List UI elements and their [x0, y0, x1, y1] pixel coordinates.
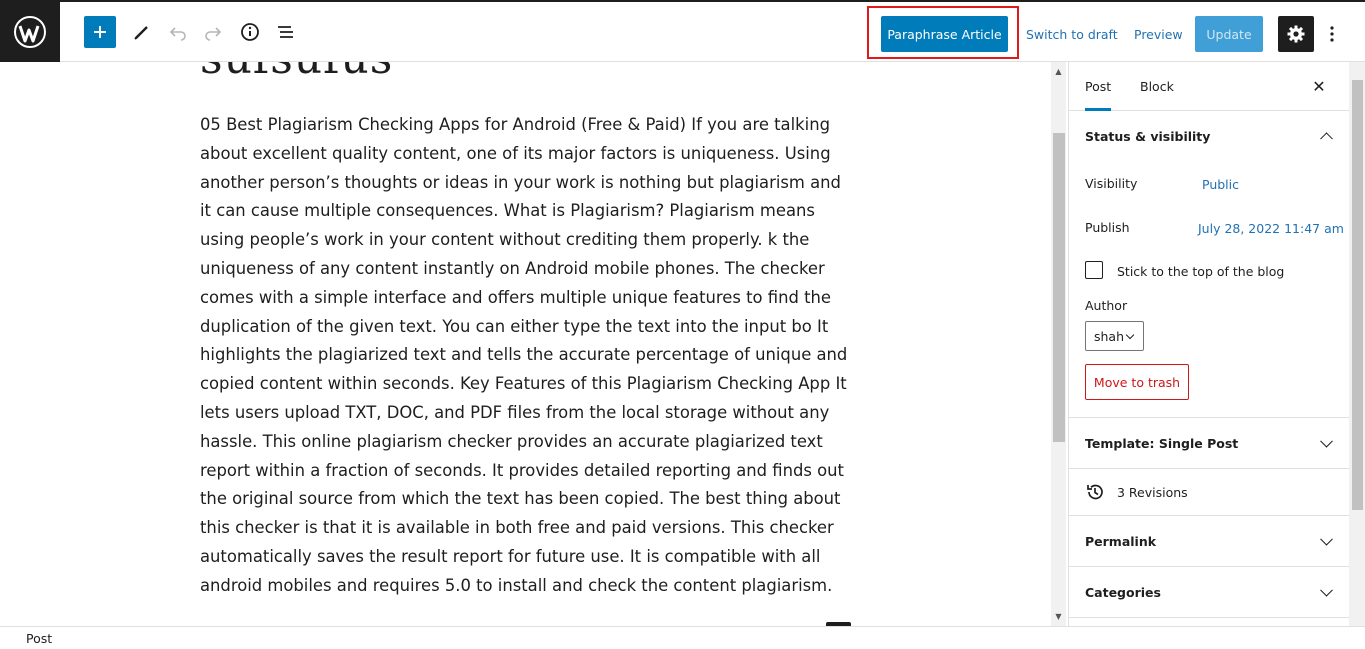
- block-breadcrumb-bar: Post: [0, 626, 1365, 649]
- wordpress-logo-icon[interactable]: [0, 2, 60, 62]
- settings-button[interactable]: [1278, 16, 1314, 52]
- visibility-label: Visibility: [1085, 176, 1138, 191]
- scroll-down-arrow-icon[interactable]: ▼: [1051, 609, 1066, 624]
- chevron-down-icon: [1320, 532, 1333, 546]
- panel-title: Template: Single Post: [1085, 435, 1239, 451]
- tools-button[interactable]: [126, 16, 158, 48]
- status-visibility-toggle[interactable]: Status & visibility: [1069, 111, 1349, 161]
- sidebar-tabs: Post Block ✕: [1069, 62, 1349, 111]
- author-select[interactable]: shah: [1085, 321, 1144, 351]
- redo-button[interactable]: [197, 16, 229, 48]
- list-view-button[interactable]: [270, 16, 302, 48]
- settings-sidebar: Post Block ✕ Status & visibility Visibil…: [1068, 62, 1349, 626]
- editor-canvas: sufsufus 05 Best Plagiarism Checking App…: [0, 62, 1050, 626]
- permalink-panel: Permalink: [1069, 516, 1349, 567]
- history-icon: [1087, 484, 1103, 500]
- permalink-toggle[interactable]: Permalink: [1069, 516, 1349, 566]
- close-icon[interactable]: ✕: [1307, 74, 1331, 98]
- switch-to-draft-button[interactable]: Switch to draft: [1026, 16, 1118, 52]
- paraphrase-article-button[interactable]: Paraphrase Article: [881, 16, 1008, 52]
- preview-button[interactable]: Preview: [1134, 16, 1183, 52]
- tab-block[interactable]: Block: [1140, 62, 1174, 110]
- panel-title: Categories: [1085, 584, 1161, 600]
- chevron-down-icon: [1320, 583, 1333, 597]
- visibility-value[interactable]: Public: [1202, 177, 1239, 192]
- add-block-button[interactable]: [84, 16, 116, 48]
- redo-icon: [205, 27, 222, 41]
- undo-icon: [169, 27, 186, 41]
- sticky-checkbox[interactable]: [1085, 261, 1103, 279]
- revisions-label: 3 Revisions: [1117, 484, 1188, 500]
- more-vertical-icon: [1330, 26, 1334, 42]
- chevron-up-icon: [1320, 132, 1333, 146]
- revisions-link[interactable]: 3 Revisions: [1069, 469, 1349, 515]
- chevron-down-icon: [1320, 434, 1333, 448]
- tab-post[interactable]: Post: [1085, 62, 1112, 111]
- move-to-trash-button[interactable]: Move to trash: [1085, 364, 1189, 400]
- sticky-label[interactable]: Stick to the top of the blog: [1117, 264, 1284, 279]
- breadcrumb[interactable]: Post: [26, 631, 52, 646]
- template-panel: Template: Single Post: [1069, 418, 1349, 469]
- scroll-up-arrow-icon[interactable]: ▲: [1051, 64, 1066, 79]
- panel-title: Permalink: [1085, 533, 1157, 549]
- status-visibility-panel: Status & visibility Visibility Public Pu…: [1069, 111, 1349, 418]
- paragraph-block[interactable]: 05 Best Plagiarism Checking Apps for And…: [200, 111, 850, 601]
- template-toggle[interactable]: Template: Single Post: [1069, 418, 1349, 468]
- chevron-down-icon: [1125, 330, 1135, 340]
- categories-panel: Categories: [1069, 567, 1349, 618]
- revisions-panel: 3 Revisions: [1069, 469, 1349, 516]
- post-title[interactable]: sufsufus: [200, 62, 393, 84]
- categories-toggle[interactable]: Categories: [1069, 567, 1349, 617]
- pencil-icon: [134, 26, 148, 40]
- author-value: shah: [1094, 328, 1125, 344]
- options-button[interactable]: [1320, 16, 1344, 52]
- details-button[interactable]: [234, 16, 266, 48]
- sidebar-scroll-thumb[interactable]: [1352, 80, 1363, 510]
- publish-date[interactable]: July 28, 2022 11:47 am: [1198, 221, 1344, 236]
- publish-label: Publish: [1085, 220, 1130, 235]
- plus-icon: [94, 26, 106, 38]
- gear-icon: [1287, 25, 1305, 43]
- undo-button[interactable]: [162, 16, 194, 48]
- list-view-icon: [278, 26, 293, 38]
- info-icon: [241, 23, 259, 41]
- editor-scroll-thumb[interactable]: [1053, 133, 1065, 442]
- author-label: Author: [1085, 298, 1128, 313]
- update-button[interactable]: Update: [1195, 16, 1263, 52]
- panel-title: Status & visibility: [1085, 128, 1211, 144]
- editor-toolbar: Paraphrase Article Switch to draft Previ…: [0, 0, 1365, 62]
